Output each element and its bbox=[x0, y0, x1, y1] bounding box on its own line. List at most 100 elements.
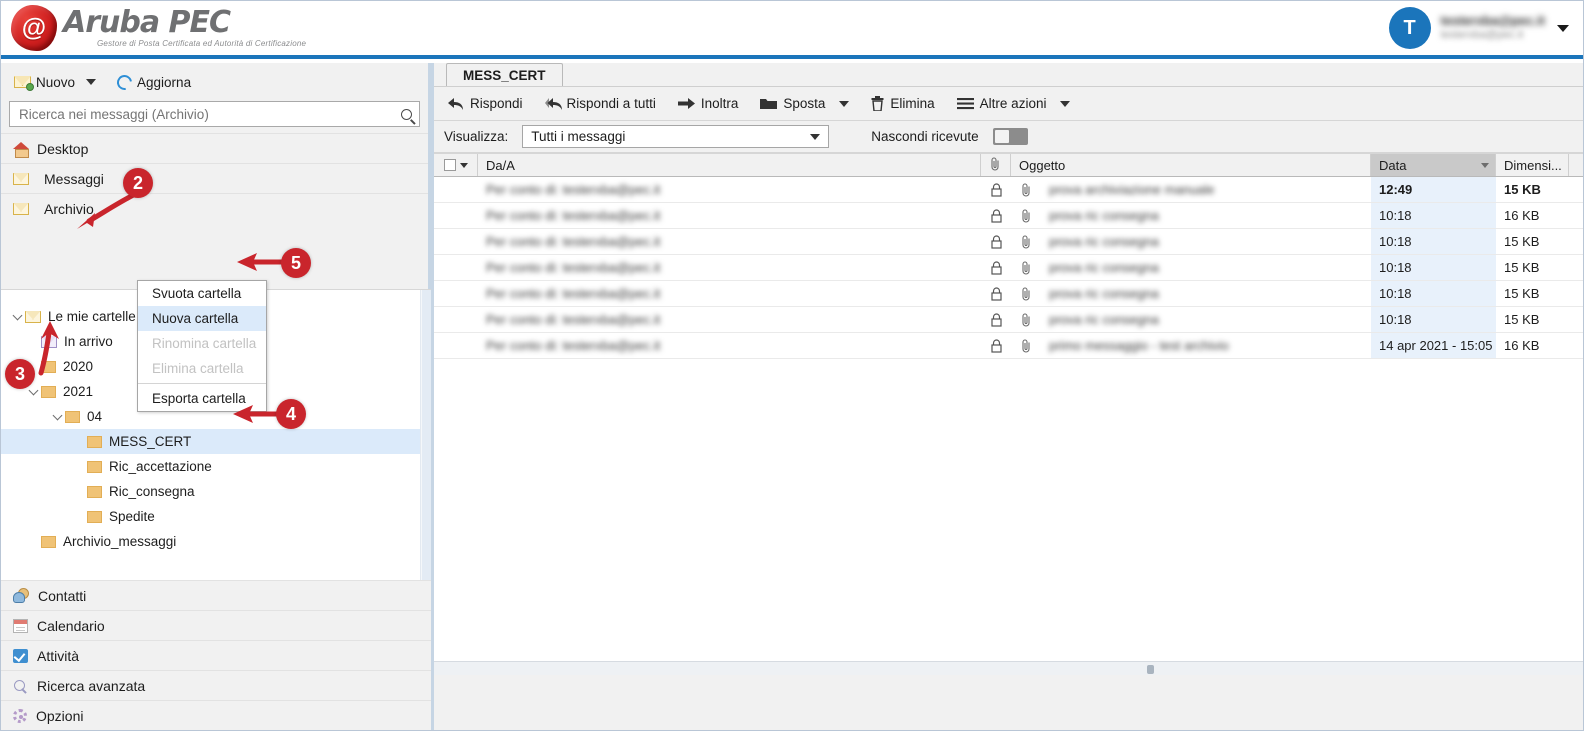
select-all-dropdown-icon[interactable] bbox=[460, 162, 468, 168]
sidebar-item-attivita[interactable]: Attività bbox=[1, 640, 431, 670]
user-account-menu[interactable]: T testerxba@pec.it testerxba@pec.it bbox=[1388, 7, 1583, 49]
toolbar-label: Rispondi bbox=[470, 96, 523, 111]
tree-item-spedite[interactable]: Spedite bbox=[1, 504, 431, 529]
chevron-down-icon[interactable] bbox=[9, 310, 25, 322]
row-checkbox-cell[interactable] bbox=[434, 203, 478, 228]
table-row[interactable]: Per conto di: testerxba@pec.it prova ric… bbox=[434, 229, 1583, 255]
row-size: 15 KB bbox=[1504, 312, 1540, 327]
row-lock-cell bbox=[981, 333, 1011, 358]
brand-logo: @ Aruba PEC Gestore di Posta Certificata… bbox=[1, 5, 306, 51]
sidebar-item-label: Calendario bbox=[37, 617, 105, 634]
tree-item-ric-accettazione[interactable]: Ric_accettazione bbox=[1, 454, 431, 479]
reply-icon bbox=[448, 97, 464, 111]
horizontal-scrollbar[interactable] bbox=[434, 661, 1583, 675]
chevron-down-icon[interactable] bbox=[1557, 24, 1569, 32]
forward-button[interactable]: Inoltra bbox=[677, 96, 738, 111]
sidebar-item-label: Desktop bbox=[37, 140, 89, 157]
row-subject-cell: prova ric consegna bbox=[1041, 281, 1371, 306]
row-date: 10:18 bbox=[1379, 286, 1412, 301]
chevron-down-icon[interactable] bbox=[25, 385, 41, 397]
sidebar-item-calendario[interactable]: Calendario bbox=[1, 610, 431, 640]
table-row[interactable]: Per conto di: testerxba@pec.it prova arc… bbox=[434, 177, 1583, 203]
row-from-cell: Per conto di: testerxba@pec.it bbox=[478, 229, 981, 254]
tree-item-label: 2020 bbox=[63, 359, 94, 374]
table-row[interactable]: Per conto di: testerxba@pec.it prova ric… bbox=[434, 307, 1583, 333]
table-row[interactable]: Per conto di: testerxba@pec.it prova ric… bbox=[434, 281, 1583, 307]
sidebar-item-archivio[interactable]: Archivio bbox=[1, 193, 428, 223]
view-filter-select[interactable]: Tutti i messaggi bbox=[522, 125, 830, 148]
search-icon[interactable] bbox=[401, 108, 412, 120]
tree-scrollbar-thumb[interactable] bbox=[422, 290, 431, 590]
more-actions-button[interactable]: Altre azioni bbox=[956, 96, 1071, 111]
table-row[interactable]: Per conto di: testerxba@pec.it prova ric… bbox=[434, 203, 1583, 229]
sidebar-item-opzioni[interactable]: Opzioni bbox=[1, 700, 431, 730]
context-menu-item-label: Elimina cartella bbox=[152, 361, 244, 376]
search-box[interactable] bbox=[9, 101, 420, 127]
chevron-down-icon[interactable] bbox=[49, 410, 65, 422]
row-lock-cell bbox=[981, 229, 1011, 254]
horizontal-scrollbar-thumb[interactable] bbox=[1147, 665, 1154, 674]
row-checkbox-cell[interactable] bbox=[434, 333, 478, 358]
row-checkbox-cell[interactable] bbox=[434, 255, 478, 280]
sort-descending-icon[interactable] bbox=[1481, 162, 1489, 168]
select-all-checkbox[interactable] bbox=[444, 159, 456, 171]
select-all-column[interactable] bbox=[434, 154, 478, 176]
tree-item-mess-cert[interactable]: MESS_CERT bbox=[1, 429, 431, 454]
trash-icon bbox=[871, 96, 884, 111]
chevron-down-icon[interactable] bbox=[810, 133, 821, 140]
context-menu-item-esporta-cartella[interactable]: Esporta cartella bbox=[138, 386, 266, 411]
row-date: 14 apr 2021 - 15:05 bbox=[1379, 338, 1493, 353]
row-from-cell: Per conto di: testerxba@pec.it bbox=[478, 281, 981, 306]
new-message-button[interactable]: Nuovo bbox=[11, 73, 78, 92]
column-header-attachment[interactable] bbox=[981, 154, 1011, 176]
row-date: 10:18 bbox=[1379, 208, 1412, 223]
tree-item-ric-consegna[interactable]: Ric_consegna bbox=[1, 479, 431, 504]
row-from: Per conto di: testerxba@pec.it bbox=[486, 312, 661, 327]
search-input[interactable] bbox=[17, 105, 373, 123]
tree-item-archivio-messaggi[interactable]: Archivio_messaggi bbox=[1, 529, 431, 554]
context-menu-item-svuota-cartella[interactable]: Svuota cartella bbox=[138, 281, 266, 306]
new-message-dropdown-icon[interactable] bbox=[86, 79, 97, 85]
column-header-dimensioni[interactable]: Dimensi... bbox=[1496, 154, 1569, 176]
more-actions-dropdown-icon[interactable] bbox=[1060, 100, 1071, 107]
row-subject-cell: primo messaggio - test archivio bbox=[1041, 333, 1371, 358]
column-header-data[interactable]: Data bbox=[1371, 154, 1496, 176]
envelope-icon bbox=[13, 172, 29, 185]
move-button[interactable]: Sposta bbox=[760, 96, 850, 111]
sidebar-item-label: Opzioni bbox=[36, 707, 84, 724]
row-date-cell: 10:18 bbox=[1371, 281, 1496, 306]
at-seal-icon: @ bbox=[11, 5, 57, 51]
column-header-label: Da/A bbox=[486, 157, 515, 173]
column-header-daa[interactable]: Da/A bbox=[478, 154, 981, 176]
column-header-label: Data bbox=[1379, 157, 1407, 173]
reply-all-icon bbox=[544, 97, 562, 111]
reply-all-button[interactable]: Rispondi a tutti bbox=[544, 96, 656, 111]
hide-receipts-toggle[interactable] bbox=[992, 128, 1028, 145]
forward-arrow-icon bbox=[677, 97, 695, 110]
row-date-cell: 10:18 bbox=[1371, 229, 1496, 254]
row-checkbox-cell[interactable] bbox=[434, 281, 478, 306]
table-row[interactable]: Per conto di: testerxba@pec.it prova ric… bbox=[434, 255, 1583, 281]
delete-button[interactable]: Elimina bbox=[871, 96, 935, 111]
tree-item-label: Spedite bbox=[109, 509, 155, 524]
hamburger-icon bbox=[956, 97, 974, 110]
row-date-cell: 14 apr 2021 - 15:05 bbox=[1371, 333, 1496, 358]
row-checkbox-cell[interactable] bbox=[434, 229, 478, 254]
sidebar-item-contatti[interactable]: Contatti bbox=[1, 580, 431, 610]
row-size: 15 KB bbox=[1504, 286, 1540, 301]
sidebar-item-desktop[interactable]: Desktop bbox=[1, 133, 428, 163]
reply-button[interactable]: Rispondi bbox=[448, 96, 523, 111]
column-header-oggetto[interactable]: Oggetto bbox=[1011, 154, 1371, 176]
row-attachment-cell bbox=[1011, 203, 1041, 228]
refresh-button[interactable]: Aggiorna bbox=[114, 71, 194, 93]
sidebar-item-messaggi[interactable]: Messaggi bbox=[1, 163, 428, 193]
row-checkbox-cell[interactable] bbox=[434, 307, 478, 332]
tree-item-label: Ric_consegna bbox=[109, 484, 195, 499]
tab-mess-cert[interactable]: MESS_CERT bbox=[446, 63, 563, 86]
row-checkbox-cell[interactable] bbox=[434, 177, 478, 202]
sidebar-item-ricerca-avanzata[interactable]: Ricerca avanzata bbox=[1, 670, 431, 700]
table-row[interactable]: Per conto di: testerxba@pec.it primo mes… bbox=[434, 333, 1583, 359]
message-list-header: Da/A Oggetto Data Dimensi... bbox=[434, 153, 1583, 177]
move-dropdown-icon[interactable] bbox=[839, 100, 850, 107]
context-menu-item-nuova-cartella[interactable]: Nuova cartella bbox=[138, 306, 266, 331]
